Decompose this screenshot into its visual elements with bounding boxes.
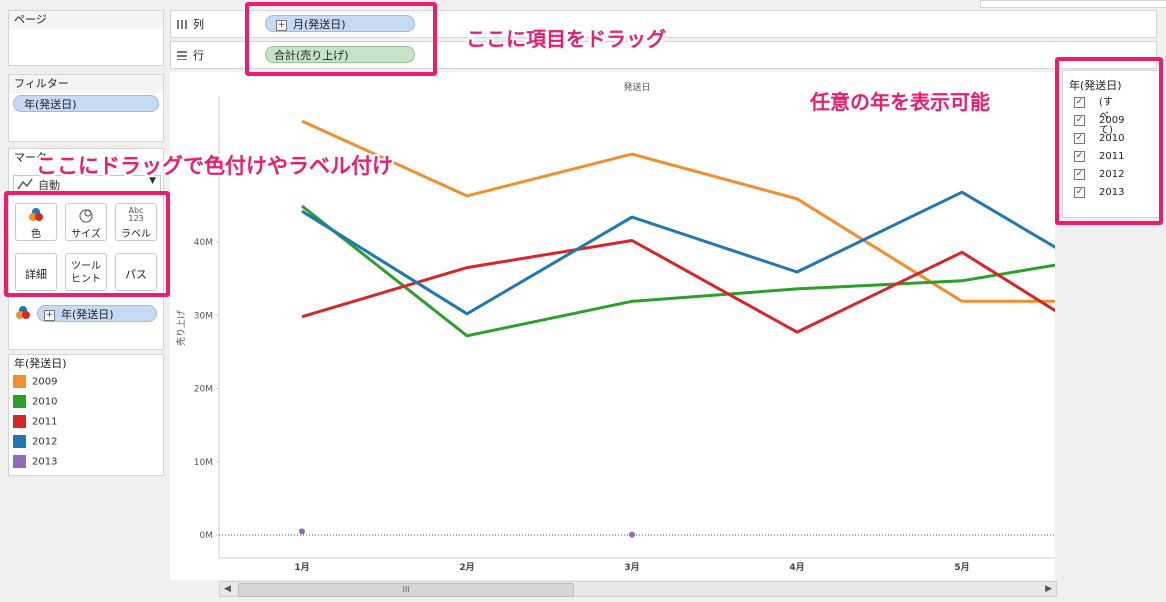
chart-view [170,72,1055,580]
swatch [13,395,26,408]
highlight-marks-buttons [4,191,170,297]
filters-card[interactable]: フィルター 年(発送日) [8,74,164,142]
highlight-filter-panel [1055,57,1163,225]
legend-item[interactable]: 2013 [13,455,57,469]
legend-label: 2012 [32,436,58,448]
legend-item[interactable]: 2010 [13,395,57,409]
expand-icon[interactable]: + [44,309,55,321]
rows-shelf-label: 行 [177,42,204,68]
legend-title: 年(発送日) [9,355,163,373]
color-pill-label: 年(発送日) [61,308,114,321]
legend-item[interactable]: 2012 [13,435,57,449]
legend-card: 年(発送日) 2009 2010 2011 2012 2013 [8,354,164,476]
scroll-thumb[interactable]: III [238,583,574,597]
pages-card-title: ページ [9,11,163,29]
swatch [13,415,26,428]
columns-shelf-label: 列 [177,11,204,37]
annotation-any-year: 任意の年を表示可能 [810,90,990,114]
swatch [13,455,26,468]
pages-card: ページ [8,10,164,66]
annotation-drag-color: ここにドラッグで色付けやラベル付け [36,154,393,178]
filters-card-title: フィルター [9,75,163,93]
swatch [13,435,26,448]
legend-label: 2013 [32,456,58,468]
rows-label: 行 [193,49,204,62]
scroll-right-icon[interactable]: ▶ [1045,582,1052,596]
scroll-left-icon[interactable]: ◀ [224,582,231,596]
rows-icon [177,50,187,60]
columns-label: 列 [193,18,204,31]
legend-label: 2009 [32,376,58,388]
legend-item[interactable]: 2009 [13,375,57,389]
top-right-strip [980,0,1166,8]
legend-label: 2011 [32,416,58,428]
legend-item[interactable]: 2011 [13,415,57,429]
color-pill-year[interactable]: + 年(発送日) [37,305,157,322]
color-encoding-icon [16,306,30,319]
horizontal-scrollbar[interactable]: ◀ III ▶ [219,581,1057,597]
highlight-shelves [245,2,437,76]
legend-label: 2010 [32,396,58,408]
filter-pill-year[interactable]: 年(発送日) [13,95,159,112]
swatch [13,375,26,388]
line-mark-icon [17,178,33,190]
columns-icon [177,19,187,29]
annotation-drag-items: ここに項目をドラッグ [466,27,666,51]
